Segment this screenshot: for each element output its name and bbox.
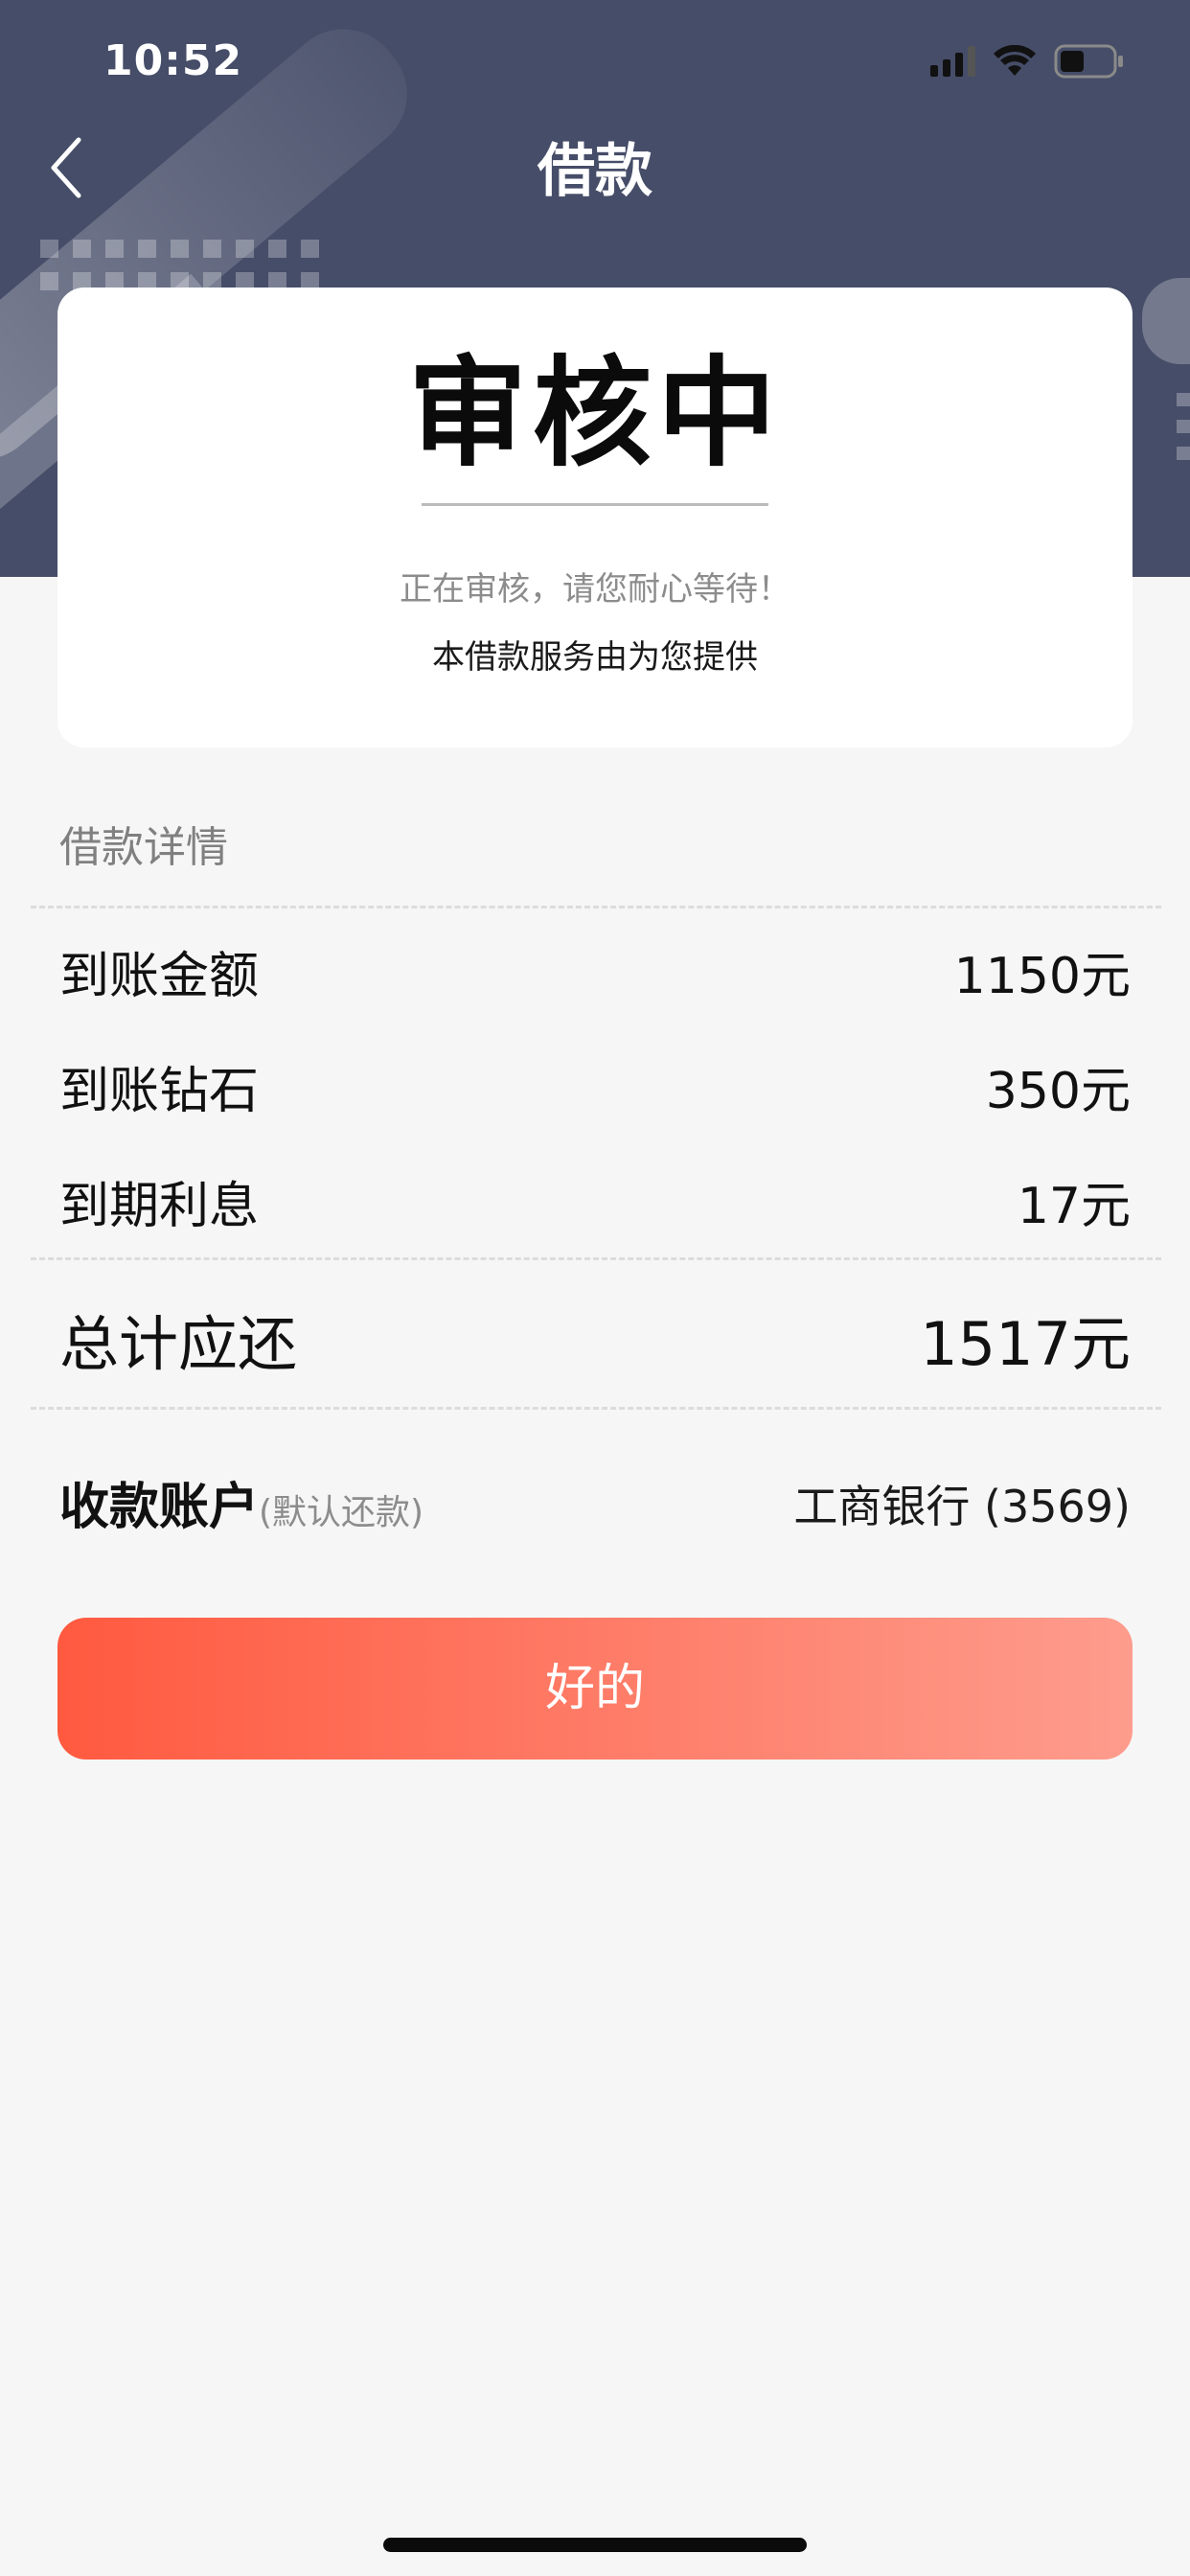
total-due-value: 1517元 — [920, 1309, 1131, 1379]
page: 10:52 借款 审核中 正在审核，请您耐心等待！ 本借款服务由为您提供 借款详… — [0, 0, 1190, 2576]
total-due-label: 总计应还 — [59, 1309, 298, 1379]
battery-icon — [1054, 44, 1125, 79]
decorative-shape — [1142, 278, 1190, 364]
details-title: 借款详情 — [59, 823, 228, 872]
status-card: 审核中 正在审核，请您耐心等待！ 本借款服务由为您提供 — [57, 288, 1133, 748]
decorative-dots — [40, 240, 319, 258]
status-icons — [930, 44, 1125, 79]
home-indicator — [383, 2538, 807, 2552]
receiving-account-title: 收款账户 — [59, 1479, 260, 1536]
wifi-icon — [993, 45, 1037, 78]
signal-icon — [930, 46, 975, 77]
review-status: 审核中 — [407, 345, 782, 483]
divider — [31, 906, 1161, 908]
default-repayment-hint: (默认还款) — [259, 1493, 424, 1532]
page-title: 借款 — [538, 138, 652, 205]
received-amount-label: 到账金额 — [59, 948, 260, 1005]
review-note: 正在审核，请您耐心等待！ — [400, 570, 790, 609]
received-amount-value: 1150元 — [953, 948, 1131, 1005]
provider-text: 本借款服务由为您提供 — [432, 638, 758, 677]
receiving-account-value[interactable]: 工商银行 (3569) — [793, 1472, 1131, 1535]
received-diamonds-label: 到账钻石 — [59, 1063, 260, 1120]
status-time: 10:52 — [103, 36, 243, 85]
divider — [31, 1257, 1161, 1260]
interest-label: 到期利息 — [59, 1178, 260, 1235]
receiving-account-label: 收款账户(默认还款) — [59, 1466, 423, 1538]
status-underline — [422, 503, 768, 506]
divider — [31, 1407, 1161, 1410]
ok-button[interactable]: 好的 — [57, 1618, 1133, 1760]
decorative-dots — [1177, 393, 1190, 460]
interest-value: 17元 — [1017, 1178, 1131, 1235]
received-diamonds-value: 350元 — [985, 1063, 1131, 1120]
